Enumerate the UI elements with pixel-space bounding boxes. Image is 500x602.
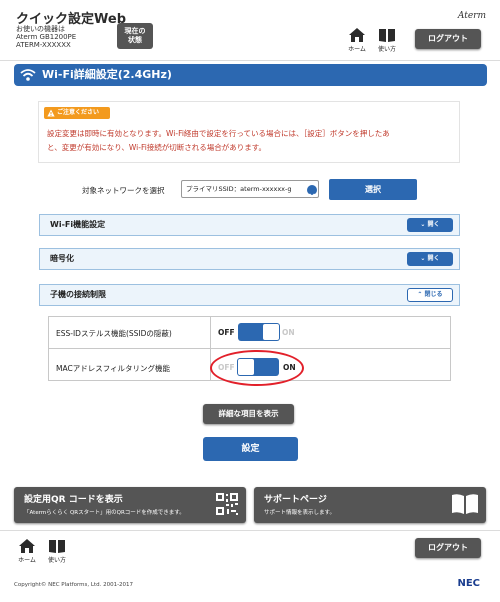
book-open-icon: [452, 494, 478, 514]
network-select-label: 対象ネットワークを選択: [82, 186, 165, 195]
panel-open-button[interactable]: ⌄ 開く: [407, 218, 453, 232]
notice-line-1: 設定変更は即時に有効となります。Wi-Fi経由で設定を行っている場合には、［設定…: [47, 129, 390, 138]
home-label: ホーム: [18, 557, 36, 564]
footer-home-button[interactable]: ホーム: [15, 538, 39, 564]
notice-line-2: と、変更が有効になり、Wi-Fi接続が切断される場合があります。: [47, 143, 267, 152]
qr-card-title: 設定用QR コードを表示: [24, 495, 123, 505]
qr-card-subtitle: 「Atermらくらく QRスタート」用のQRコードを作成できます。: [24, 510, 185, 516]
page-title: Wi-Fi詳細設定(2.4GHz): [14, 64, 487, 86]
home-button[interactable]: ホーム: [345, 27, 369, 53]
chevron-down-icon: ⌄: [420, 255, 428, 262]
home-label: ホーム: [348, 46, 366, 53]
panel-button-label: 開く: [427, 255, 440, 262]
panel-close-button[interactable]: ⌃ 閉じる: [407, 288, 453, 302]
support-page-card[interactable]: サポートページ サポート情報を表示します。: [254, 487, 486, 523]
chevron-up-icon: ⌃: [417, 291, 425, 298]
panel-label: 子機の接続制限: [50, 290, 106, 299]
toggle-off-text: OFF: [218, 328, 235, 337]
footer-divider: [0, 530, 500, 531]
header-divider: [0, 60, 500, 61]
warning-icon: [47, 109, 55, 117]
qr-code-card[interactable]: 設定用QR コードを表示 「Atermらくらく QRスタート」用のQRコードを作…: [14, 487, 246, 523]
panel-encryption[interactable]: 暗号化: [39, 248, 460, 270]
copyright: Copyright© NEC Platforms, Ltd. 2001-2017: [14, 582, 134, 588]
footer-logout-button[interactable]: ログアウト: [415, 538, 481, 558]
panel-open-button[interactable]: ⌄ 開く: [407, 252, 453, 266]
panel-wifi-function[interactable]: Wi-Fi機能設定: [39, 214, 460, 236]
stealth-label: ESS-IDステルス機能(SSIDの隠蔽): [56, 329, 172, 338]
notice-text: 設定変更は即時に有効となります。Wi-Fi経由で設定を行っている場合には、［設定…: [47, 127, 457, 155]
toggle-knob: [263, 324, 279, 340]
highlight-ring: [210, 350, 304, 386]
support-card-title: サポートページ: [264, 495, 327, 505]
help-label: 使い方: [377, 46, 396, 53]
network-select[interactable]: プライマリSSID：aterm-xxxxxx-g: [181, 180, 319, 198]
chevron-down-icon: [307, 185, 317, 198]
chevron-down-icon: ⌄: [420, 221, 428, 228]
qr-code-icon: [216, 493, 238, 515]
row-divider: [48, 348, 451, 349]
show-details-button[interactable]: 詳細な項目を表示: [203, 404, 294, 424]
help-label: 使い方: [47, 557, 66, 564]
panel-label: 暗号化: [50, 254, 74, 263]
current-status-button[interactable]: 現在の 状態: [117, 23, 153, 49]
device-name: ATERM-XXXXXX: [16, 41, 71, 49]
support-card-subtitle: サポート情報を表示します。: [264, 510, 335, 516]
panel-label: Wi-Fi機能設定: [50, 220, 106, 229]
stealth-toggle[interactable]: [238, 323, 280, 341]
mac-filter-label: MACアドレスフィルタリング機能: [56, 364, 171, 373]
panel-client-restriction[interactable]: 子機の接続制限: [39, 284, 460, 306]
book-icon: [379, 29, 395, 42]
home-icon: [349, 28, 365, 42]
logout-button[interactable]: ログアウト: [415, 29, 481, 49]
network-select-button[interactable]: 選択: [329, 179, 417, 200]
book-icon: [49, 540, 65, 553]
brand-logo: Aterm: [457, 11, 486, 21]
status-button-line1: 現在の: [124, 27, 146, 35]
footer-help-button[interactable]: 使い方: [45, 538, 69, 564]
home-icon: [19, 539, 35, 553]
help-button[interactable]: 使い方: [375, 27, 399, 53]
status-button-line2: 状態: [128, 36, 142, 44]
apply-button[interactable]: 設定: [203, 437, 298, 461]
wifi-icon: [20, 69, 36, 81]
panel-button-label: 閉じる: [424, 291, 443, 298]
panel-button-label: 開く: [427, 221, 440, 228]
nec-logo: NEC: [457, 578, 480, 589]
toggle-on-text: ON: [282, 328, 295, 337]
